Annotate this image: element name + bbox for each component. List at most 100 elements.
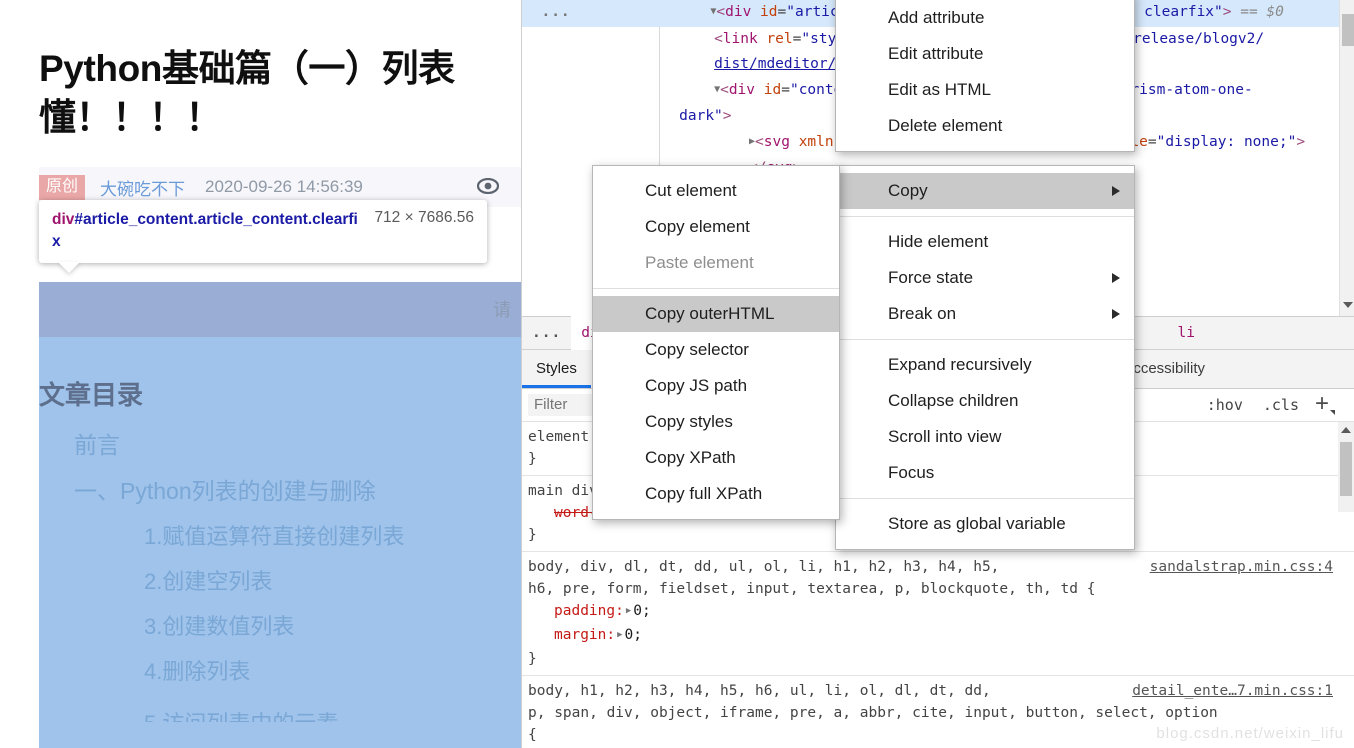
dom-token: div [728,81,756,98]
table-of-contents: 文章目录 前言 一、Python列表的创建与删除 1.赋值运算符直接创建列表 2.创建… [39,337,521,722]
tab-styles[interactable]: Styles [522,350,591,388]
menu-item-label: Copy full XPath [645,484,763,503]
menu-item-label: Edit attribute [888,44,984,63]
menu-separator [836,216,1134,217]
menu-item[interactable]: Collapse children [836,383,1134,419]
css-source-link[interactable]: detail_ente…7.min.css:1 [1132,680,1333,702]
menu-item[interactable]: Edit as HTML [836,72,1134,108]
inspector-tooltip-dimensions: 712 × 7686.56 [374,209,474,226]
menu-item[interactable]: Copy XPath [593,440,839,476]
toc-item[interactable]: 2.创建空列表 [144,571,521,593]
dom-token: "display: none;" [1156,133,1297,150]
dom-row-overflow-dots: ... [522,4,571,20]
dom-row-indent [522,56,714,72]
hov-button[interactable]: :hov [1197,396,1253,414]
toc-item[interactable]: 前言 [74,434,521,457]
chevron-up-icon[interactable] [1341,427,1351,433]
chevron-down-icon[interactable] [1343,302,1353,308]
menu-item[interactable]: Edit attribute [836,36,1134,72]
menu-item[interactable]: Copy outerHTML [593,296,839,332]
dom-token: < [720,81,729,98]
dom-token: link [722,30,758,47]
dom-tree-scrollbar[interactable] [1339,0,1354,316]
breadcrumb-overflow-dots[interactable]: ... [522,321,571,345]
css-value[interactable]: 0; [633,603,650,619]
css-value[interactable]: 0; [625,627,642,643]
new-style-rule-button[interactable]: + [1309,390,1335,418]
toc-item[interactable]: 1.赋值运算符直接创建列表 [144,526,521,548]
menu-item[interactable]: Delete element [836,108,1134,144]
styles-scrollbar-thumb[interactable] [1340,442,1352,496]
menu-item[interactable]: Force state [836,260,1134,296]
css-rule-close-brace: } [528,651,537,667]
dom-token: > [1296,133,1306,150]
tab-accessibility[interactable]: Accessibility [1109,350,1354,388]
toc-item-clipped[interactable]: 5.访问列表中的元素 [144,706,521,722]
menu-item-label: Collapse children [888,391,1019,410]
inspector-tooltip-arrow [58,262,80,273]
menu-item[interactable]: Add attribute [836,0,1134,36]
menu-item-label: Edit as HTML [888,80,991,99]
context-menu-copy-group[interactable]: Copy Hide element Force state Break on Expan… [835,165,1135,550]
chevron-down-icon[interactable]: ▼ [714,77,720,103]
breadcrumb-item-li-label: li [1177,325,1195,341]
context-menu-copy-submenu[interactable]: Cut element Copy element Paste element Copy… [592,165,840,520]
toc-item[interactable]: 3.创建数值列表 [144,616,521,638]
menu-item[interactable]: Copy styles [593,404,839,440]
dom-token [755,82,764,98]
css-rule[interactable]: detail_ente…7.min.css:1 body, h1, h2, h3,… [522,676,1354,748]
author-link[interactable]: 大碗吃不下 [100,175,185,200]
web-page-pane: Python基础篇（一）列表 懂！！！！ 原创 大碗吃不下 2020-09-26… [0,0,521,748]
breadcrumb-item-li[interactable]: li [1168,321,1354,345]
toc-item[interactable]: 一、Python列表的创建与删除 [74,480,521,503]
cls-button[interactable]: .cls [1253,396,1309,414]
menu-item[interactable]: Copy [836,173,1134,209]
menu-item-label: Copy XPath [645,448,736,467]
menu-item-label: Force state [888,268,974,287]
article-title-line1: Python基础篇（一）列表 [39,47,455,89]
toc-item[interactable]: 4.删除列表 [144,661,521,683]
menu-item-label: Copy selector [645,340,749,359]
menu-item[interactable]: Copy full XPath [593,476,839,512]
menu-item[interactable]: Expand recursively [836,347,1134,383]
dom-token: < [716,4,726,20]
publish-date: 2020-09-26 14:56:39 [205,177,363,197]
styles-scrollbar[interactable] [1338,422,1354,512]
dom-token: dark" [679,108,723,124]
css-property[interactable]: padding: [528,603,624,619]
chevron-right-icon[interactable]: ▶ [624,600,633,622]
css-rule[interactable]: sandalstrap.min.css:4 body, div, dl, dt, … [522,552,1354,676]
chevron-right-icon [1112,309,1120,319]
menu-item[interactable]: Focus [836,455,1134,491]
menu-item[interactable]: Cut element [593,173,839,209]
menu-item[interactable]: Copy selector [593,332,839,368]
dom-token [790,134,799,150]
chevron-right-icon[interactable]: ▶ [749,129,755,155]
menu-item-label: Scroll into view [888,427,1002,446]
css-declaration[interactable]: padding: ▶ 0; [528,600,1354,624]
dom-token: = [777,4,787,20]
css-source-link[interactable]: sandalstrap.min.css:4 [1150,556,1333,578]
menu-item[interactable]: Store as global variable [836,506,1134,542]
dom-row-indent [522,134,749,150]
menu-item-label: Hide element [888,232,989,251]
chevron-down-icon[interactable]: ▼ [710,0,716,25]
menu-item[interactable]: Break on [836,296,1134,332]
menu-item[interactable]: Scroll into view [836,419,1134,455]
context-menu-element-actions[interactable]: Add attribute Edit attribute Edit as HTML D… [835,0,1135,152]
menu-item[interactable]: Hide element [836,224,1134,260]
dom-token: > [1222,4,1232,20]
css-property[interactable]: margin: [528,627,615,643]
inspector-tooltip-tag: div [52,211,75,228]
menu-item-label: Focus [888,463,935,482]
dom-tree-scrollbar-thumb[interactable] [1342,14,1354,46]
css-declaration[interactable]: margin: ▶ 0; [528,624,1354,648]
chevron-right-icon[interactable]: ▶ [615,624,624,646]
inspector-highlight-margin [39,282,487,337]
dom-row-indent [522,31,714,47]
menu-item-label: Copy outerHTML [645,304,775,323]
article-container: Python基础篇（一）列表 懂！！！！ 原创 大碗吃不下 2020-09-26… [39,0,521,208]
menu-item-label: Copy styles [645,412,733,431]
menu-item[interactable]: Copy JS path [593,368,839,404]
menu-item[interactable]: Copy element [593,209,839,245]
